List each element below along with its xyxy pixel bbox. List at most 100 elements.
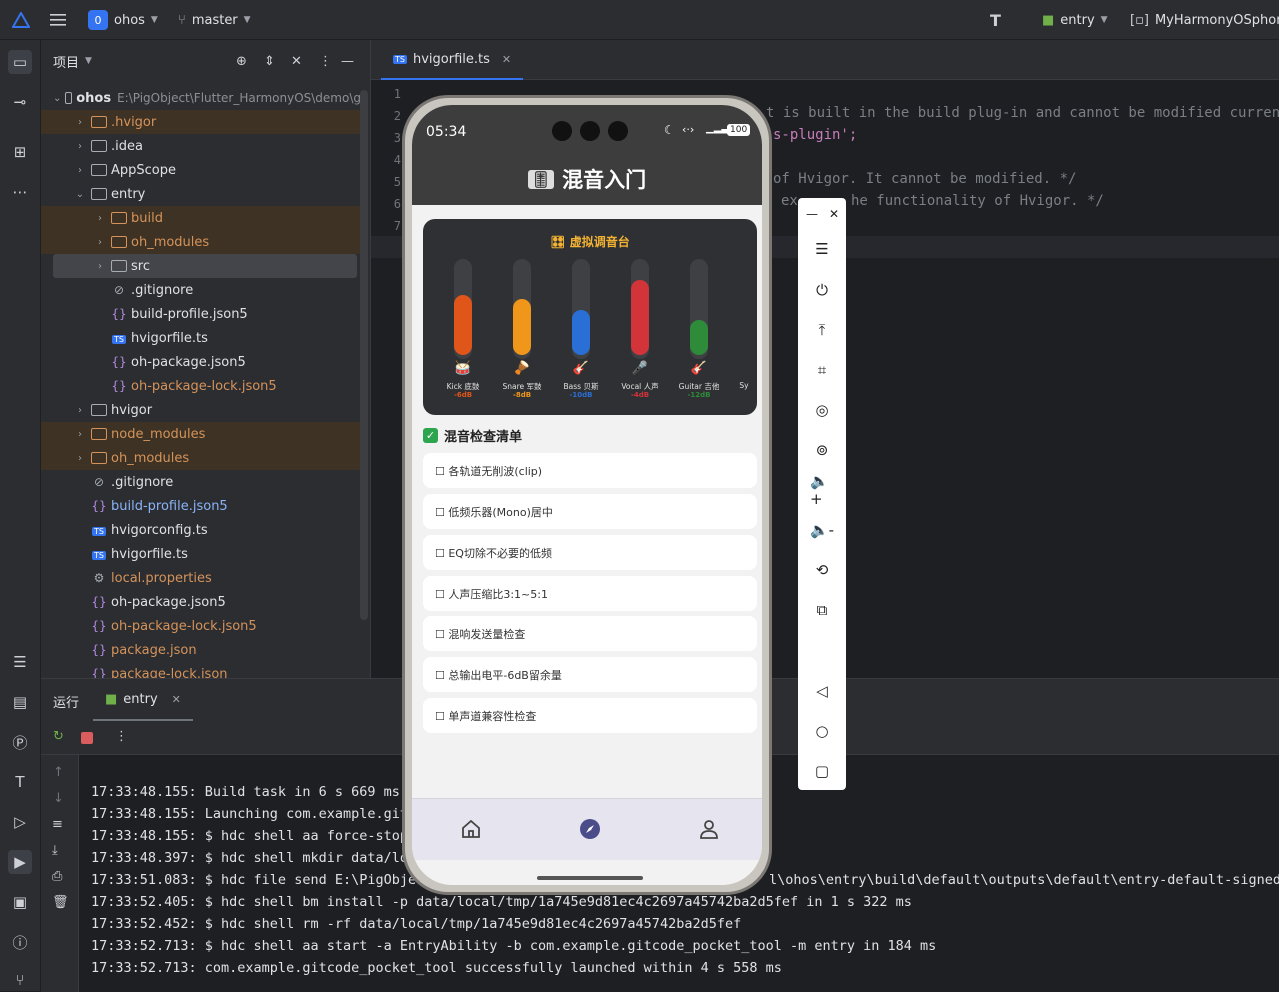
services-icon[interactable]: ▷	[8, 810, 32, 834]
home-circle-icon[interactable]: ○	[810, 719, 834, 743]
branch-selector[interactable]: ⑂ master ▼	[178, 0, 251, 40]
mixer-channel[interactable]: 🎤 Vocal 人声 -4dB	[620, 259, 660, 409]
checklist-item[interactable]: ☐ 混响发送量检查	[423, 616, 757, 651]
device-selector[interactable]: [▫] MyHarmonyOSphone	[1130, 0, 1279, 40]
scroll-to-end-icon[interactable]: ⤓	[52, 843, 58, 858]
todo-icon[interactable]: ☰	[8, 650, 32, 674]
tree-row[interactable]: {} build-profile.json5	[41, 302, 361, 326]
tree-row-selected[interactable]: › src	[53, 254, 357, 278]
editor-tab[interactable]: TS hvigorfile.ts ✕	[381, 40, 524, 80]
compass-icon[interactable]	[578, 817, 602, 841]
tree-row[interactable]: TS hvigorconfig.ts	[41, 518, 361, 542]
project-folder-icon[interactable]: ▭	[8, 50, 32, 74]
tree-row[interactable]: › .hvigor	[41, 110, 361, 134]
mixer-channel[interactable]: 🎸 Bass 贝斯 -10dB	[561, 259, 601, 409]
harmony-logo-icon[interactable]	[12, 0, 30, 40]
print-icon[interactable]: ⎙	[52, 869, 62, 884]
tree-row-root[interactable]: ⌄ ohos E:\PigObject\Flutter_HarmonyOS\de…	[41, 86, 361, 110]
tree-row[interactable]: {} build-profile.json5	[41, 494, 361, 518]
run-tab[interactable]: ■ entry ✕	[93, 679, 193, 721]
tree-row[interactable]: TS hvigorfile.ts	[41, 542, 361, 566]
scroll-down-icon[interactable]: ↓	[53, 791, 64, 806]
record-icon[interactable]: ⊚	[810, 438, 834, 462]
checklist-item[interactable]: ☐ EQ切除不必要的低频	[423, 535, 757, 570]
home-indicator[interactable]	[537, 876, 643, 880]
git-icon[interactable]: ⑂	[8, 968, 32, 992]
close-icon[interactable]: ✕	[822, 202, 846, 226]
power-icon[interactable]: ⏻	[810, 278, 834, 302]
instrument-icon: 🥁	[454, 361, 472, 376]
project-scrollbar[interactable]	[360, 90, 368, 620]
scroll-up-icon[interactable]: ↑	[53, 765, 64, 780]
tree-row[interactable]: ⌄ entry	[41, 182, 361, 206]
hide-panel-icon[interactable]: —	[341, 54, 354, 69]
terminal-icon[interactable]: ▣	[8, 890, 32, 914]
tree-row[interactable]: › node_modules	[41, 422, 361, 446]
commit-icon[interactable]: ⊸	[8, 90, 32, 114]
structure-icon[interactable]: ⊞	[8, 140, 32, 164]
run-panel-title[interactable]: 运行	[53, 692, 79, 711]
tree-row[interactable]: {} oh-package.json5	[41, 350, 361, 374]
problems-icon[interactable]: ⓘ	[8, 930, 32, 954]
expand-all-icon[interactable]: ⇕	[264, 54, 275, 69]
main-menu-icon[interactable]	[50, 0, 66, 40]
mixer-channel[interactable]: 🪘 Snare 军鼓 -8dB	[502, 259, 542, 409]
tree-row[interactable]: {} oh-package-lock.json5	[41, 614, 361, 638]
tree-row[interactable]: › build	[41, 206, 361, 230]
tree-row[interactable]: › hvigor	[41, 398, 361, 422]
volume-up-icon[interactable]: 🔈+	[810, 472, 834, 508]
tree-row[interactable]: › .idea	[41, 134, 361, 158]
stop-icon[interactable]	[81, 732, 93, 744]
soft-wrap-icon[interactable]: ≡	[52, 817, 63, 832]
locate-icon[interactable]: ⊕	[236, 54, 247, 69]
close-icon[interactable]: ✕	[172, 693, 181, 706]
phone-screen[interactable]: 05:34 ☾ ‹·› ▁▂▃ 100 🎚 混音入门 🎛 虚拟调音台 🥁 Kick…	[412, 105, 762, 885]
close-icon[interactable]: ✕	[502, 53, 511, 66]
mixer-channel[interactable]: 🎸 Guitar 吉他 -12dB	[679, 259, 719, 409]
clear-icon[interactable]: 🗑	[52, 895, 69, 910]
profiler-icon[interactable]: Ⓟ	[8, 730, 32, 754]
back-icon[interactable]: ◁	[810, 679, 834, 703]
profile-icon[interactable]	[697, 817, 721, 841]
tree-row[interactable]: {} package.json	[41, 638, 361, 662]
more-options-icon[interactable]: ⋮	[115, 729, 128, 744]
tree-row[interactable]: › AppScope	[41, 158, 361, 182]
project-panel-title[interactable]: 项目	[53, 52, 79, 71]
build-hammer-icon[interactable]: T	[990, 0, 1001, 40]
run-config-selector[interactable]: ■ entry ▼	[1042, 0, 1108, 40]
checklist-item[interactable]: ☐ 人声压缩比3:1~5:1	[423, 576, 757, 611]
upload-icon[interactable]: ⤒	[810, 318, 834, 342]
menu-icon[interactable]: ☰	[810, 237, 834, 261]
recents-icon[interactable]: ▢	[810, 759, 834, 783]
checklist-item[interactable]: ☐ 低频乐器(Mono)居中	[423, 494, 757, 529]
checklist-item[interactable]: ☐ 各轨道无削波(clip)	[423, 453, 757, 488]
checklist-item[interactable]: ☐ 总输出电平-6dB留余量	[423, 657, 757, 692]
tree-row[interactable]: ⊘ .gitignore	[41, 278, 361, 302]
project-selector[interactable]: 0 ohos ▼	[88, 0, 158, 40]
screenshot-icon[interactable]: ◎	[810, 398, 834, 422]
tree-row[interactable]: {} oh-package.json5	[41, 590, 361, 614]
collapse-all-icon[interactable]: ✕	[291, 54, 302, 69]
tree-row[interactable]: ⊘ .gitignore	[41, 470, 361, 494]
tree-row[interactable]: {} oh-package-lock.json5	[41, 374, 361, 398]
crop-icon[interactable]: ⌗	[810, 358, 834, 382]
tree-row[interactable]: ⚙ local.properties	[41, 566, 361, 590]
tree-row[interactable]: › oh_modules	[41, 230, 361, 254]
layout-icon[interactable]: ▤	[8, 690, 32, 714]
rerun-icon[interactable]: ↻	[53, 729, 64, 744]
minimize-icon[interactable]: —	[800, 202, 824, 226]
rotate-icon[interactable]: ⟲	[810, 558, 834, 582]
build-icon[interactable]: T	[8, 770, 32, 794]
options-icon[interactable]: ⋮	[319, 54, 332, 69]
tree-row[interactable]: › oh_modules	[41, 446, 361, 470]
tree-row[interactable]: TS hvigorfile.ts	[41, 326, 361, 350]
tree-row[interactable]: {} package-lock.json	[41, 662, 361, 679]
checklist-item[interactable]: ☐ 单声道兼容性检查	[423, 698, 757, 733]
home-icon[interactable]	[459, 817, 483, 841]
mixer-channel[interactable]: 🥁 Kick 底鼓 -6dB	[443, 259, 483, 409]
multi-device-icon[interactable]: ⧉	[810, 598, 834, 622]
run-icon[interactable]: ▶	[8, 850, 32, 874]
more-icon[interactable]: ⋯	[8, 180, 32, 204]
mixer-channel[interactable]: Sy	[738, 259, 758, 409]
volume-down-icon[interactable]: 🔈-	[810, 518, 834, 542]
